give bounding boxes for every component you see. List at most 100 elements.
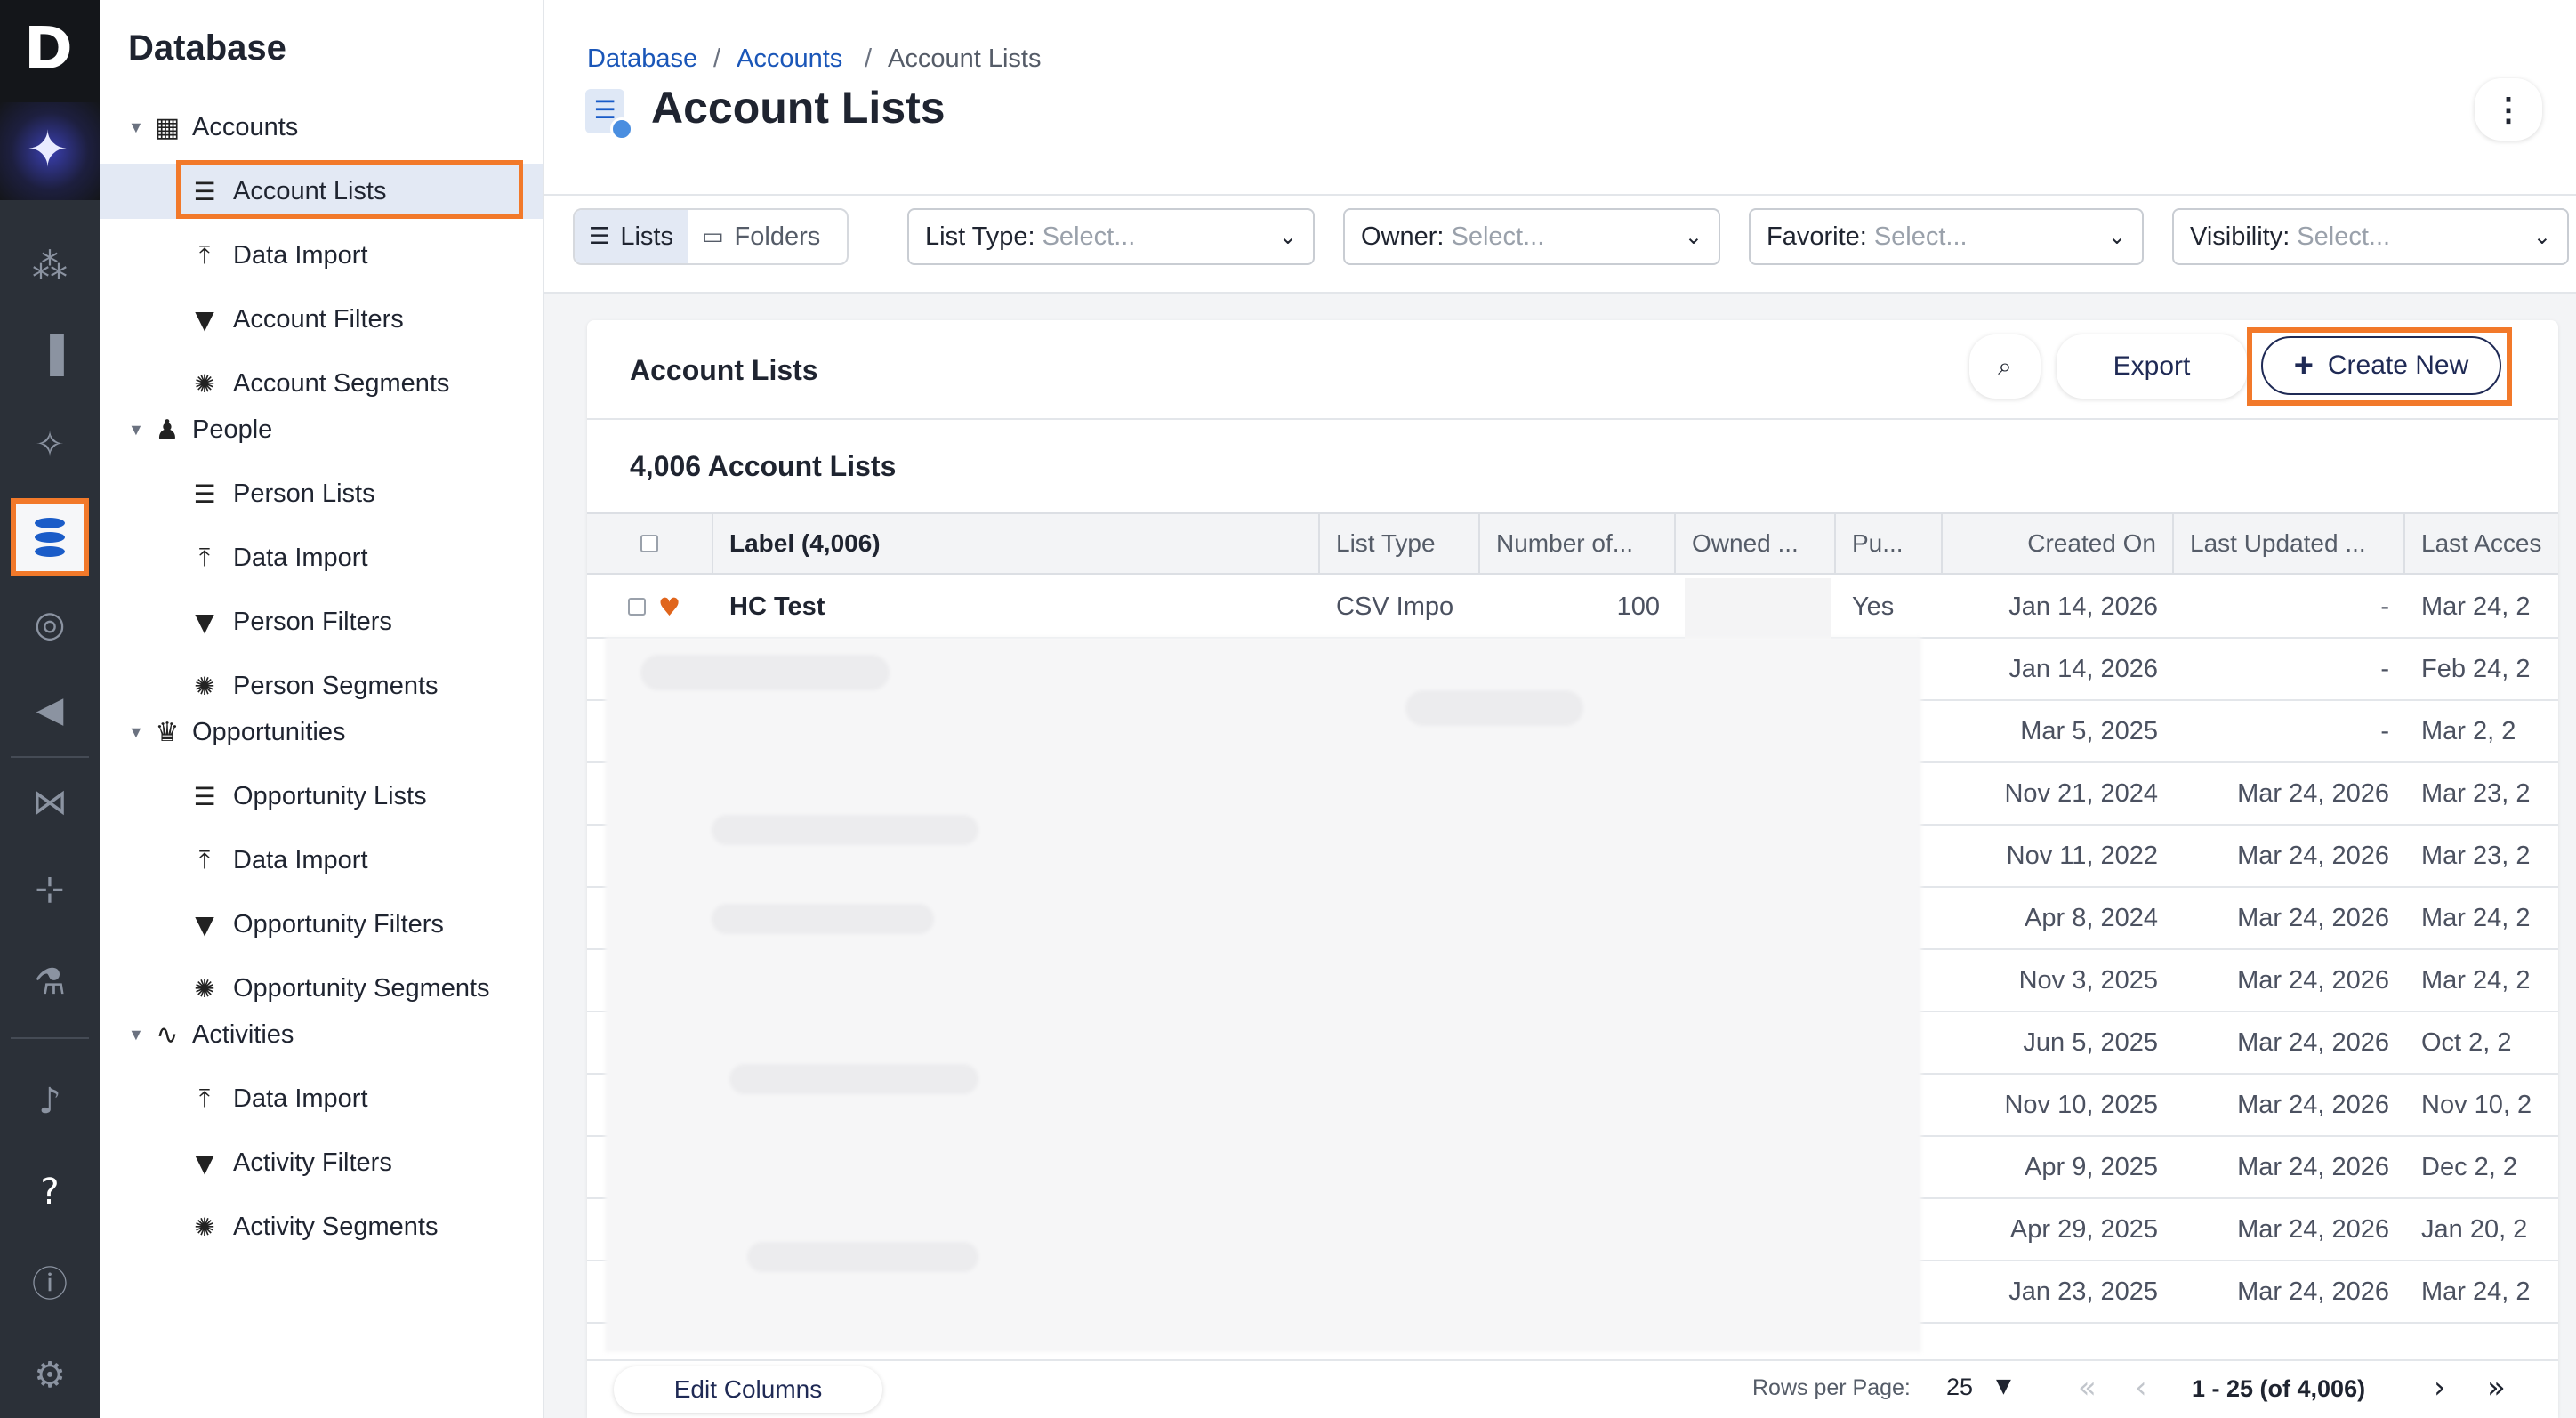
chevron-down-icon: ⌄	[2107, 224, 2126, 249]
tree-group-activities[interactable]: ▼ ∿ Activities	[128, 1013, 294, 1056]
rows-per-page-select[interactable]: 25	[1946, 1374, 1973, 1401]
sidebar-item-opportunity-lists[interactable]: ☰ Opportunity Lists	[189, 771, 426, 821]
row-last-accessed: Mar 24, 2	[2421, 903, 2531, 932]
lists-toggle[interactable]: ☰ Lists	[575, 210, 688, 263]
redacted-region	[605, 637, 1921, 1352]
search-button[interactable]: ⌕	[1969, 334, 2041, 399]
column-number-of[interactable]: Number of...	[1480, 514, 1676, 573]
list-type-select[interactable]: List Type: Select... ⌄	[907, 208, 1315, 265]
sidebar-item-opportunity-filters[interactable]: ▼ Opportunity Filters	[189, 899, 444, 949]
breadcrumb-database[interactable]: Database	[587, 44, 697, 74]
list-icon: ☰	[193, 781, 216, 811]
sidebar-title: Database	[128, 28, 286, 68]
folders-toggle[interactable]: ▭ Folders	[688, 210, 834, 263]
row-created-on: Jan 14, 2026	[2008, 592, 2158, 621]
network-icon[interactable]: ⊹	[25, 865, 75, 914]
app-logo[interactable]: D	[0, 0, 100, 102]
row-created-on: Nov 21, 2024	[2004, 778, 2158, 808]
select-all-checkbox[interactable]	[640, 535, 658, 552]
segments-icon: ✺	[194, 368, 215, 399]
row-last-updated: -	[2380, 592, 2389, 621]
owner-select[interactable]: Owner: Select... ⌄	[1343, 208, 1720, 265]
people-icon[interactable]: ⁂	[25, 242, 75, 292]
prev-page-icon[interactable]: ‹	[2135, 1370, 2147, 1406]
column-list-type[interactable]: List Type	[1320, 514, 1480, 573]
visibility-select[interactable]: Visibility: Select... ⌄	[2172, 208, 2569, 265]
plus-icon: +	[2293, 346, 2314, 384]
sidebar-item-person-lists[interactable]: ☰ Person Lists	[189, 469, 374, 519]
breadcrumb-accounts[interactable]: Accounts	[737, 44, 842, 74]
row-number: 100	[1616, 592, 1660, 621]
row-last-updated: Mar 24, 2026	[2237, 778, 2389, 808]
person-icon: ♟	[155, 414, 180, 446]
sidebar-item-activity-data-import[interactable]: ⤒ Data Import	[189, 1074, 368, 1124]
favorite-heart-icon[interactable]: ♥	[658, 592, 680, 622]
column-owned-by[interactable]: Owned ...	[1676, 514, 1836, 573]
tree-group-people[interactable]: ▼ ♟ People	[128, 408, 272, 451]
sidebar-item-person-segments[interactable]: ✺ Person Segments	[189, 661, 438, 711]
gear-icon[interactable]: ⚙	[25, 1350, 75, 1400]
column-last-accessed[interactable]: Last Acces	[2405, 514, 2558, 573]
ai-assistant-button[interactable]: ✦	[0, 102, 100, 200]
row-last-updated: Mar 24, 2026	[2237, 1277, 2389, 1306]
list-icon: ☰	[193, 479, 216, 509]
help-icon[interactable]: ?	[25, 1167, 75, 1217]
caret-down-icon: ▼	[128, 420, 144, 439]
table-row[interactable]: ♥ HC Test CSV Impo 100 Yes Jan 14, 2026 …	[587, 576, 2558, 639]
column-created-on[interactable]: Created On	[1943, 514, 2174, 573]
sidebar-item-activity-segments[interactable]: ✺ Activity Segments	[189, 1202, 438, 1252]
row-created-on: Jan 23, 2025	[2008, 1277, 2158, 1306]
row-label[interactable]: HC Test	[713, 576, 1320, 637]
page-title: Account Lists	[651, 83, 946, 133]
chevron-down-icon: ⌄	[1278, 224, 1297, 249]
row-checkbox[interactable]	[628, 598, 646, 616]
chart-icon[interactable]: ▐	[25, 331, 75, 381]
row-last-updated: Mar 24, 2026	[2237, 965, 2389, 995]
filter-icon: ▼	[195, 304, 214, 334]
more-options-button[interactable]: ⋮	[2475, 78, 2542, 141]
sidebar-item-opportunity-segments[interactable]: ✺ Opportunity Segments	[189, 963, 489, 1013]
row-created-on: Jan 14, 2026	[2008, 654, 2158, 683]
export-button[interactable]: Export	[2057, 334, 2247, 399]
last-page-icon[interactable]: »	[2487, 1370, 2506, 1406]
handshake-icon[interactable]: ⋈	[25, 777, 75, 827]
kebab-icon: ⋮	[2492, 91, 2524, 127]
sparkle-icon: ✦	[27, 121, 68, 177]
database-nav-button[interactable]	[11, 498, 89, 576]
sidebar-item-opportunity-data-import[interactable]: ⤒ Data Import	[189, 835, 368, 885]
rail-divider	[11, 1037, 89, 1039]
column-last-updated[interactable]: Last Updated ...	[2174, 514, 2405, 573]
table-header: Label (4,006) List Type Number of... Own…	[587, 512, 2558, 575]
edit-columns-button[interactable]: Edit Columns	[614, 1366, 882, 1413]
target-icon[interactable]: ◎	[25, 600, 75, 649]
bell-icon[interactable]: ♪	[25, 1076, 75, 1126]
row-select-cell: ♥	[587, 576, 713, 637]
row-last-accessed: Mar 23, 2	[2421, 778, 2531, 808]
sidebar-item-account-filters[interactable]: ▼ Account Filters	[189, 294, 404, 344]
first-page-icon[interactable]: «	[2078, 1370, 2097, 1406]
sidebar-item-account-data-import[interactable]: ⤒ Data Import	[189, 230, 368, 280]
filter-icon: ▼	[195, 1148, 214, 1178]
row-created-on: Nov 11, 2022	[2006, 841, 2158, 870]
row-last-accessed: Mar 24, 2	[2421, 965, 2531, 995]
favorite-select[interactable]: Favorite: Select... ⌄	[1749, 208, 2144, 265]
flask-icon[interactable]: ⚗	[25, 957, 75, 1007]
folder-icon: ▭	[701, 223, 724, 250]
tree-group-opportunities[interactable]: ▼ ♛ Opportunities	[128, 711, 346, 753]
caret-down-icon[interactable]: ▼	[1996, 1375, 2011, 1398]
create-new-button[interactable]: + Create New	[2261, 336, 2501, 395]
column-public[interactable]: Pu...	[1836, 514, 1943, 573]
sidebar-item-activity-filters[interactable]: ▼ Activity Filters	[189, 1138, 392, 1188]
rail-divider	[11, 756, 89, 758]
sidebar-item-person-data-import[interactable]: ⤒ Data Import	[189, 533, 368, 583]
next-page-icon[interactable]: ›	[2434, 1370, 2446, 1406]
megaphone-icon[interactable]: ◀	[25, 685, 75, 735]
wand-icon[interactable]: ✧	[25, 420, 75, 470]
info-icon[interactable]: ⓘ	[25, 1260, 75, 1309]
sidebar-item-account-segments[interactable]: ✺ Account Segments	[189, 359, 449, 408]
tree-group-accounts[interactable]: ▼ ▦ Accounts	[128, 106, 298, 149]
column-label[interactable]: Label (4,006)	[713, 514, 1320, 573]
sidebar-item-person-filters[interactable]: ▼ Person Filters	[189, 597, 392, 647]
card-divider	[587, 418, 2558, 420]
row-last-updated: -	[2380, 654, 2389, 683]
